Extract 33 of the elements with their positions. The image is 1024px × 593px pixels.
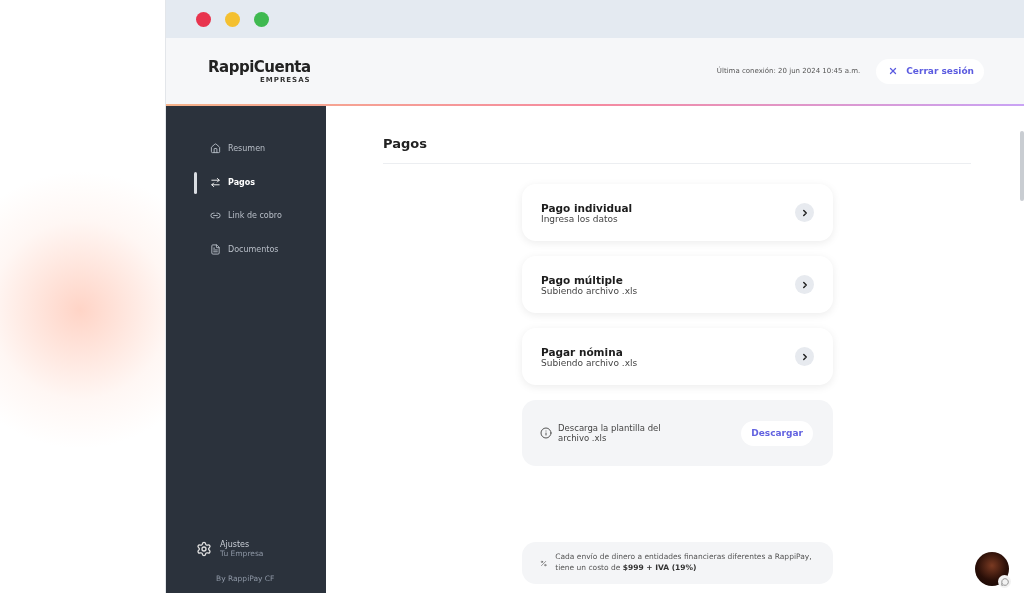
payment-option-card[interactable]: Pago múltiple Subiendo archivo .xls <box>522 256 833 313</box>
sidebar-item[interactable]: Link de cobro <box>166 199 326 233</box>
option-title: Pagar nómina <box>541 345 624 358</box>
maximize-dot[interactable] <box>254 11 269 27</box>
close-icon <box>888 66 899 76</box>
settings-title[interactable]: Ajustes <box>220 540 264 549</box>
arrow-button[interactable] <box>795 347 814 366</box>
logo: RappiCuenta <box>208 58 311 76</box>
sidebar-item[interactable]: Resumen <box>166 132 326 166</box>
arrow-button[interactable] <box>795 275 814 294</box>
payment-option-card[interactable]: Pago individual Ingresa los datos <box>522 184 833 241</box>
arrows-icon <box>210 176 221 188</box>
arrow-button[interactable] <box>795 203 814 222</box>
sidebar-item[interactable]: Documentos <box>166 232 326 266</box>
option-title: Pago múltiple <box>541 273 624 286</box>
sidebar-item[interactable]: Pagos <box>166 165 326 199</box>
download-button[interactable]: Descargar <box>741 420 813 446</box>
scrollbar[interactable] <box>1020 131 1024 201</box>
logout-button[interactable]: Cerrar sesión <box>876 58 984 84</box>
option-subtitle: Subiendo archivo .xls <box>541 357 638 368</box>
payment-option-card[interactable]: Pagar nómina Subiendo archivo .xls <box>522 328 833 385</box>
option-subtitle: Subiendo archivo .xls <box>541 285 638 296</box>
option-subtitle: Ingresa los datos <box>541 213 619 224</box>
settings-icon[interactable] <box>196 541 212 557</box>
chat-avatar[interactable] <box>975 552 1009 586</box>
page-title: Pagos <box>383 136 428 153</box>
document-icon <box>210 243 221 255</box>
option-title: Pago individual <box>541 201 633 214</box>
info-icon <box>540 427 552 439</box>
minimize-dot[interactable] <box>225 11 240 27</box>
home-icon <box>210 143 221 155</box>
download-text: Descarga la plantilla del archivo .xls <box>558 423 662 443</box>
close-dot[interactable] <box>196 11 211 27</box>
